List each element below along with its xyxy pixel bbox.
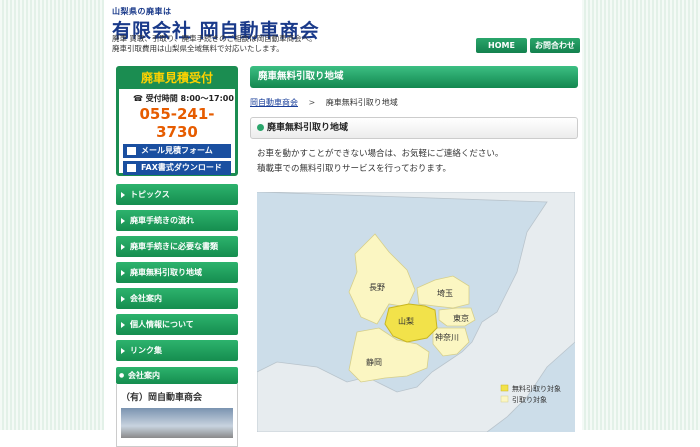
label-kanagawa: 神奈川 (435, 333, 459, 342)
breadcrumb-home-link[interactable]: 岡自動車商会 (250, 98, 298, 107)
company-box: （有）岡自動車商会 (116, 384, 238, 447)
background-stripes-left (0, 0, 104, 430)
company-name: （有）岡自動車商会 (121, 393, 203, 403)
section-heading-text: 廃車無料引取り地域 (267, 123, 349, 133)
sidebar-item-topics[interactable]: トピックス (116, 184, 238, 205)
label-tokyo: 東京 (453, 314, 469, 323)
sidebar-item-company-info[interactable]: 会社案内 (116, 288, 238, 309)
fax-download-button[interactable]: FAX書式ダウンロード (123, 161, 231, 175)
legend-pickup-label: 引取り対象 (512, 396, 547, 404)
intro-text: お車を動かすことができない場合は、お気軽にご連絡ください。 積載車での無料引取り… (257, 147, 578, 177)
main-content: 廃車無料引取り地域 岡自動車商会 > 廃車無料引取り地域 廃車無料引取り地域 お… (250, 66, 578, 432)
header-tagline: 廃車 買取、引取り、廃車手続きのご相談は岡自動車商会へ。 廃車引取費用は山梨県全… (112, 34, 317, 54)
intro-text-line-2: 積載車での無料引取りサービスを行っております。 (257, 164, 451, 174)
sidebar: 廃車見積受付 ☎ 受付時間 8:00～17:00 055-241-3730 メー… (116, 66, 238, 447)
breadcrumb-separator: > (308, 98, 316, 107)
breadcrumb-current: 廃車無料引取り地域 (325, 98, 398, 107)
tagline-line-2: 廃車引取費用は山梨県全域無料で対応いたします。 (112, 44, 284, 53)
company-photo (121, 408, 233, 438)
sidebar-item-privacy[interactable]: 個人情報について (116, 314, 238, 335)
map-legend: 無料引取り対象 引取り対象 (501, 384, 561, 406)
mail-estimate-button[interactable]: メール見積フォーム (123, 144, 231, 158)
label-nagano: 長野 (369, 283, 385, 292)
intro-text-line-1: お車を動かすことができない場合は、お気軽にご連絡ください。 (257, 149, 504, 159)
pickup-area-map: 長野 埼玉 山梨 東京 神奈川 静岡 無料引取り対象 引取り対象 (257, 192, 575, 432)
sidebar-item-required-documents[interactable]: 廃車手続きに必要な書類 (116, 236, 238, 257)
label-shizuoka: 静岡 (366, 358, 382, 367)
breadcrumb: 岡自動車商会 > 廃車無料引取り地域 (250, 97, 578, 108)
fax-download-label: FAX書式ダウンロード (141, 163, 222, 172)
document-icon (127, 164, 136, 172)
sidebar-item-procedure-flow[interactable]: 廃車手続きの流れ (116, 210, 238, 231)
sidebar-item-links[interactable]: リンク集 (116, 340, 238, 361)
tagline-line-1: 廃車 買取、引取り、廃車手続きのご相談は岡自動車商会へ。 (112, 34, 317, 43)
phone-icon: ☎ (133, 94, 143, 103)
mail-estimate-label: メール見積フォーム (141, 146, 213, 155)
label-saitama: 埼玉 (437, 289, 453, 298)
home-button[interactable]: HOME (476, 38, 527, 53)
section-heading: 廃車無料引取り地域 (250, 117, 578, 139)
sidebar-item-free-pickup-area[interactable]: 廃車無料引取り地域 (116, 262, 238, 283)
legend-free-label: 無料引取り対象 (512, 385, 561, 393)
estimate-box: 廃車見積受付 ☎ 受付時間 8:00～17:00 055-241-3730 メー… (116, 66, 238, 176)
mail-icon (127, 147, 136, 155)
page-title: 廃車無料引取り地域 (250, 66, 578, 88)
reception-hours-text: 受付時間 8:00～17:00 (145, 94, 234, 103)
reception-hours: ☎ 受付時間 8:00～17:00 (119, 93, 235, 104)
page: 山梨県の廃車は 有限会社 岡自動車商会 廃車 買取、引取り、廃車手続きのご相談は… (104, 0, 582, 447)
background-stripes-right (582, 0, 700, 430)
bullet-icon (257, 124, 264, 131)
sidebar-menu: トピックス 廃車手続きの流れ 廃車手続きに必要な書類 廃車無料引取り地域 会社案… (116, 184, 238, 361)
label-yamanashi: 山梨 (398, 317, 414, 326)
phone-number[interactable]: 055-241-3730 (119, 105, 235, 141)
estimate-title: 廃車見積受付 (119, 69, 235, 89)
company-heading: 会社案内 (116, 367, 238, 384)
contact-button[interactable]: お問合わせ (530, 38, 580, 53)
